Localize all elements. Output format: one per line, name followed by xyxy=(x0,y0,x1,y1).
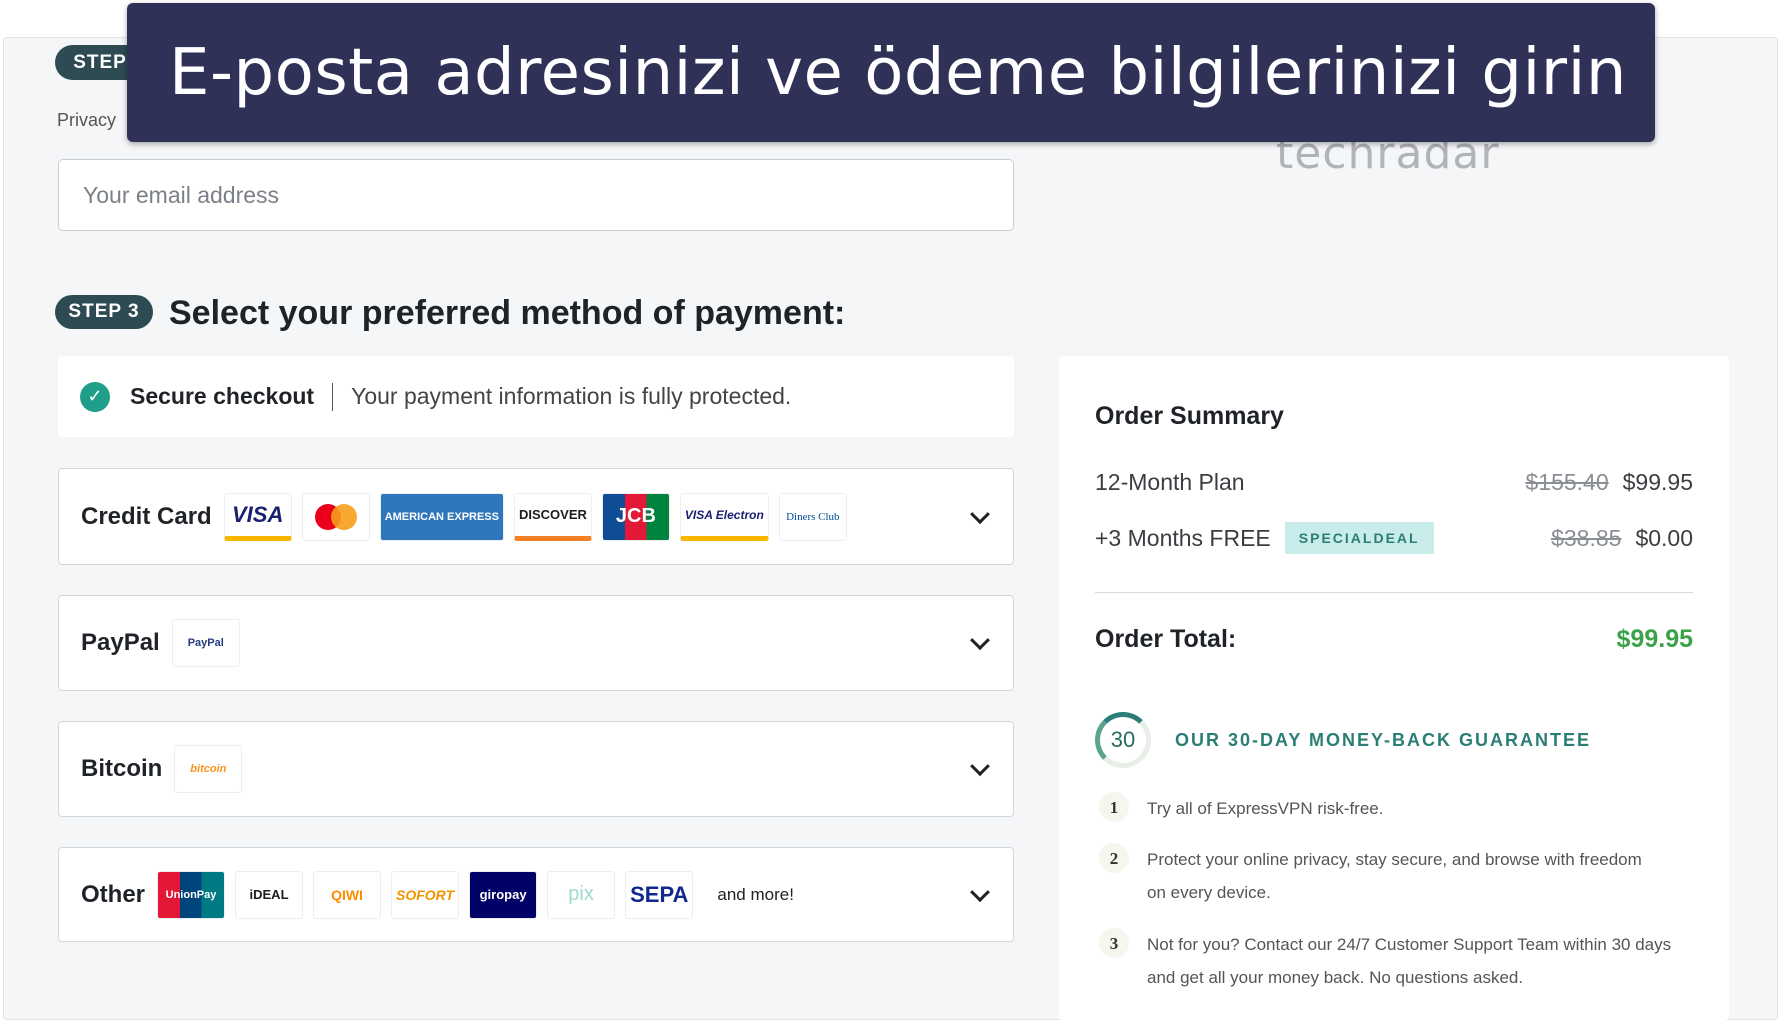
amex-logo: AMERICAN EXPRESS xyxy=(379,492,504,541)
sepa-logo: SEPA xyxy=(625,870,694,919)
secure-text: Your payment information is fully protec… xyxy=(351,383,792,409)
bonus-old-price: $38.85 xyxy=(1551,524,1622,551)
chevron-down-icon[interactable] xyxy=(970,881,990,902)
chevron-down-icon[interactable] xyxy=(970,503,990,524)
privacy-text: Privacy xyxy=(57,110,117,130)
payment-label: Other xyxy=(81,880,146,908)
guarantee-item: 1 Try all of ExpressVPN risk-free. xyxy=(1099,792,1679,825)
payment-option-paypal[interactable]: PayPal PayPal xyxy=(58,595,1014,691)
step-number: 1 xyxy=(1099,792,1129,822)
payment-option-credit-card[interactable]: Credit Card VISA AMERICAN EXPRESS DISCOV… xyxy=(58,468,1014,565)
qiwi-logo: QIWI xyxy=(313,870,382,919)
total-price: $99.95 xyxy=(1616,625,1693,653)
summary-title: Order Summary xyxy=(1095,402,1284,430)
step-text: Not for you? Contact our 24/7 Customer S… xyxy=(1147,935,1672,987)
divider xyxy=(1095,592,1693,593)
payment-label: PayPal xyxy=(81,629,160,656)
jcb-logo: JCB xyxy=(601,492,670,541)
discover-logo: DISCOVER xyxy=(513,492,592,541)
bonus-label: +3 Months FREE xyxy=(1095,524,1271,551)
giropay-logo: giropay xyxy=(469,870,538,919)
more-text: and more! xyxy=(717,884,794,904)
payment-option-other[interactable]: Other UnionPay iDEAL QIWI SOFORT giropay… xyxy=(58,847,1014,942)
step-text: Try all of ExpressVPN risk-free. xyxy=(1147,799,1384,818)
visa-logo: VISA xyxy=(223,492,292,541)
total-label: Order Total: xyxy=(1095,625,1237,653)
step-3-badge: STEP 3 xyxy=(55,295,153,329)
step-number: 3 xyxy=(1099,928,1129,958)
secure-checkout-notice: ✓ Secure checkout Your payment informati… xyxy=(58,356,1014,437)
plan-old-price: $155.40 xyxy=(1525,469,1609,495)
check-circle-icon: ✓ xyxy=(80,381,110,412)
30-day-icon: 30 xyxy=(1095,712,1151,768)
bitcoin-logo: bitcoin xyxy=(174,745,243,793)
banner-title: E-posta adresinizi ve ödeme bilgileriniz… xyxy=(169,35,1627,110)
sofort-logo: SOFORT xyxy=(391,870,460,919)
guarantee-title: OUR 30-DAY MONEY-BACK GUARANTEE xyxy=(1175,730,1592,750)
email-input[interactable]: Your email address xyxy=(58,159,1014,231)
order-summary: Order Summary 12-Month Plan $155.40 $99.… xyxy=(1059,356,1729,1020)
plan-price: $99.95 xyxy=(1622,469,1693,495)
step-number: 2 xyxy=(1099,843,1129,873)
unionpay-logo: UnionPay xyxy=(157,870,226,919)
guarantee-item: 3 Not for you? Contact our 24/7 Customer … xyxy=(1099,928,1699,994)
divider xyxy=(332,382,334,411)
plan-label: 12-Month Plan xyxy=(1095,469,1245,495)
bonus-price: $0.00 xyxy=(1635,524,1693,551)
coupon-badge: SPECIALDEAL xyxy=(1284,522,1434,554)
ideal-logo: iDEAL xyxy=(235,870,304,919)
payment-label: Bitcoin xyxy=(81,755,163,782)
secure-title: Secure checkout xyxy=(130,383,315,409)
pix-logo: pix xyxy=(547,870,616,919)
bonus-row: +3 Months FREE SPECIALDEAL $38.85 $0.00 xyxy=(1095,522,1693,554)
plan-row: 12-Month Plan $155.40 $99.95 xyxy=(1095,469,1693,496)
step-text: Protect your online privacy, stay secure… xyxy=(1147,850,1642,902)
payment-label: Credit Card xyxy=(81,502,212,530)
visa-electron-logo: VISA Electron xyxy=(679,492,769,541)
instruction-banner: E-posta adresinizi ve ödeme bilgileriniz… xyxy=(127,3,1655,142)
payment-option-bitcoin[interactable]: Bitcoin bitcoin xyxy=(58,721,1014,817)
mastercard-logo xyxy=(301,492,370,541)
guarantee-item: 2 Protect your online privacy, stay secur… xyxy=(1099,843,1659,909)
paypal-logo: PayPal xyxy=(171,619,240,667)
chevron-down-icon[interactable] xyxy=(970,630,990,651)
total-row: Order Total: $99.95 xyxy=(1095,625,1693,654)
payment-heading: Select your preferred method of payment: xyxy=(169,294,846,332)
chevron-down-icon[interactable] xyxy=(970,756,990,777)
diners-club-logo: Diners Club xyxy=(778,492,847,541)
